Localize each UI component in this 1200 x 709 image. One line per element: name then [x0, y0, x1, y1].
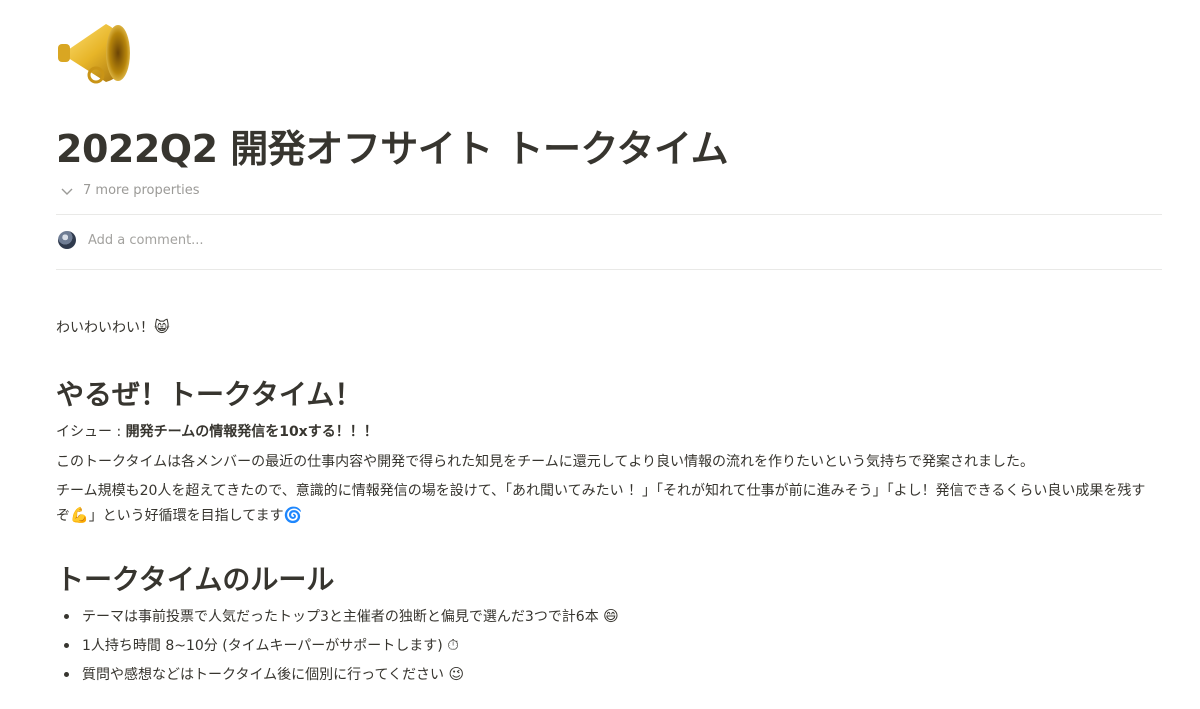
issue-prefix: イシュー :: [56, 424, 126, 440]
avatar: [58, 231, 76, 249]
comment-input[interactable]: Add a comment...: [88, 233, 204, 248]
heading-talk-time[interactable]: やるぜ！トークタイム！: [56, 373, 362, 413]
list-item[interactable]: 1人持ち時間 8~10分 (タイムキーパーがサポートします) ⏱: [56, 631, 619, 660]
comment-row[interactable]: Add a comment...: [58, 231, 204, 249]
paragraph-purpose[interactable]: このトークタイムは各メンバーの最近の仕事内容や開発で得られた知見をチームに還元し…: [56, 450, 1034, 474]
rules-list: テーマは事前投票で人気だったトップ3と主催者の独断と偏見で選んだ3つで計6本 😄…: [56, 602, 619, 689]
flexed-biceps-icon: 💪: [70, 506, 89, 524]
intro-text[interactable]: わいわいわい！😸: [56, 315, 170, 340]
megaphone-icon[interactable]: [56, 20, 132, 86]
cyclone-icon: 🌀: [283, 506, 303, 524]
grinning-face-icon: 😄: [603, 607, 619, 625]
chevron-down-icon: [61, 188, 73, 195]
divider: [56, 269, 1162, 270]
cat-emoji-icon: 😸: [154, 318, 170, 336]
list-item[interactable]: 質問や感想などはトークタイム後に個別に行ってください 😉: [56, 660, 619, 689]
rule-text: 質問や感想などはトークタイム後に個別に行ってください: [82, 667, 449, 683]
stopwatch-icon: ⏱: [447, 636, 459, 654]
winking-face-icon: 😉: [448, 665, 465, 683]
list-item[interactable]: テーマは事前投票で人気だったトップ3と主催者の独断と偏見で選んだ3つで計6本 😄: [56, 602, 619, 631]
page-title[interactable]: 2022Q2 開発オフサイト トークタイム: [56, 118, 729, 173]
more-properties-label: 7 more properties: [83, 183, 200, 198]
intro-label: わいわいわい！: [56, 320, 154, 336]
rule-text: 1人持ち時間 8~10分 (タイムキーパーがサポートします): [82, 638, 448, 654]
issue-line[interactable]: イシュー : 開発チームの情報発信を10xする！！！: [56, 420, 378, 444]
issue-bold: 開発チームの情報発信を10xする！！！: [125, 424, 378, 440]
paragraph-motivation-text-b: 」という好循環を目指してます: [88, 508, 284, 524]
divider: [56, 214, 1162, 215]
paragraph-motivation[interactable]: チーム規模も20人を超えてきたので、意識的に情報発信の場を設けて、「あれ聞いてみ…: [56, 479, 1156, 528]
heading-rules[interactable]: トークタイムのルール: [56, 558, 334, 598]
more-properties-toggle[interactable]: 7 more properties: [60, 183, 200, 198]
rule-text: テーマは事前投票で人気だったトップ3と主催者の独断と偏見で選んだ3つで計6本: [82, 609, 604, 625]
